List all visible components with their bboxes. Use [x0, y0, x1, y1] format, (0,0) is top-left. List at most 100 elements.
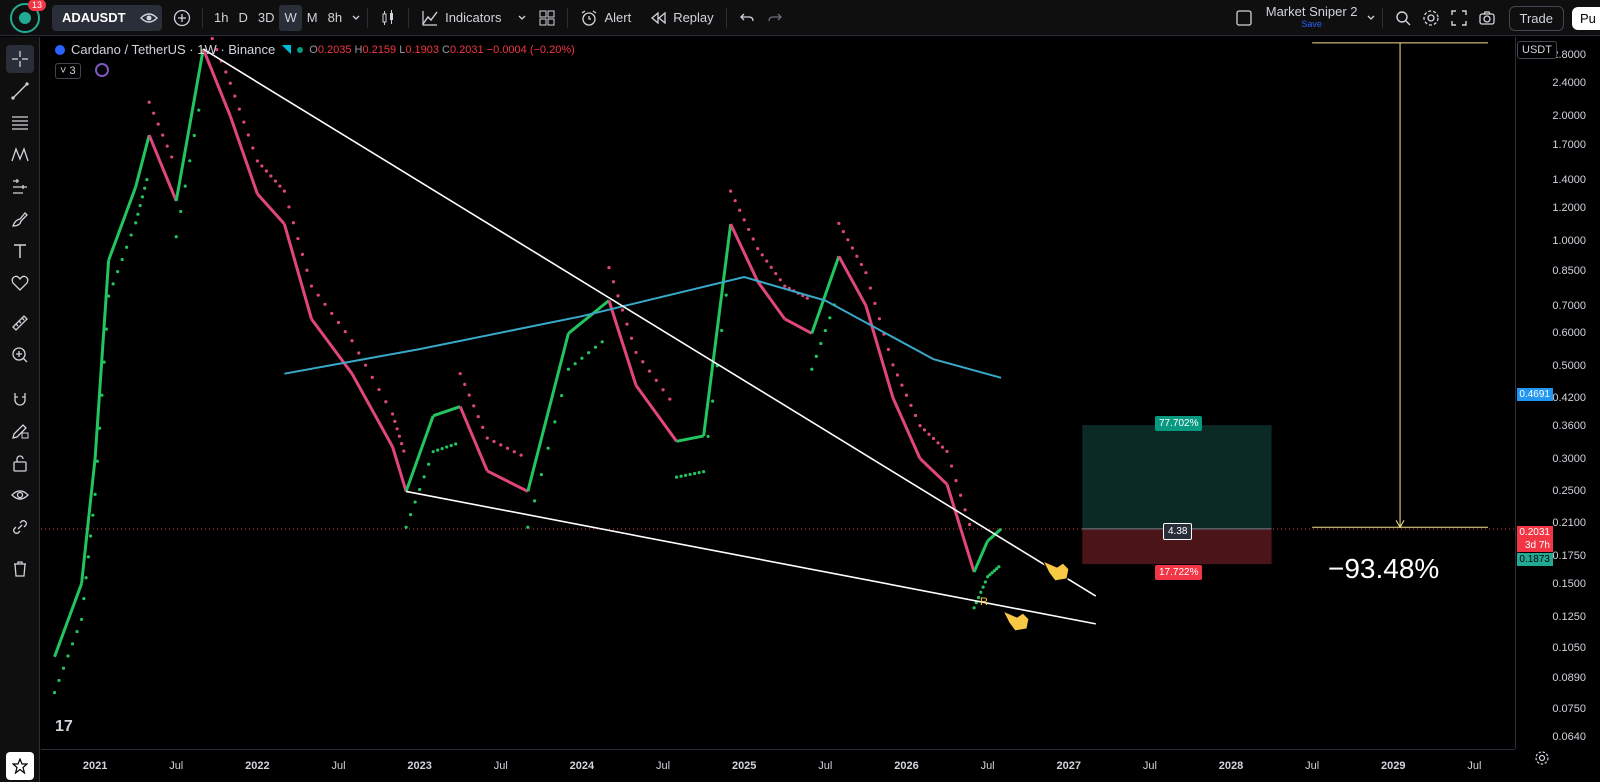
compare-eye-icon[interactable] [139, 10, 158, 26]
risk-reward-label[interactable]: 4.38 [1163, 523, 1193, 540]
user-avatar[interactable]: 13 [10, 0, 46, 33]
quick-search-button[interactable] [1389, 4, 1417, 32]
indicators-toggle[interactable]: ˅ 3 [55, 63, 81, 79]
lock-drawings-tool[interactable] [6, 449, 34, 477]
search-icon [1395, 11, 1411, 26]
trailing-stop-dot [979, 590, 983, 594]
alert-button[interactable]: Alert [574, 9, 637, 27]
trailing-stop-dot [702, 470, 706, 474]
indicators-button[interactable]: Indicators [415, 9, 533, 27]
trade-button[interactable]: Trade [1508, 5, 1564, 31]
time-axis[interactable]: 2021 Jul 2022 Jul 2023 Jul 2024 Jul 2025 Jul 2026 J… [41, 749, 1515, 782]
trailing-stop-dot [485, 436, 489, 440]
snapshot-button[interactable] [1473, 4, 1501, 32]
layout-checkbox[interactable] [1230, 4, 1258, 32]
trailing-stop-dot [823, 329, 827, 333]
flag-icon[interactable] [281, 44, 292, 55]
remove-drawings-tool[interactable] [6, 555, 34, 583]
interval-m[interactable]: M [302, 5, 323, 31]
indicator-status-icon[interactable] [95, 63, 109, 77]
trailing-stop-dot [165, 144, 169, 148]
trailing-stop-dot [111, 282, 115, 286]
wedge-trendlines[interactable] [202, 48, 1097, 625]
layout-name[interactable]: Market Sniper 2 Save [1258, 5, 1366, 30]
trailing-stop-dot [859, 262, 863, 267]
chart-type-button[interactable] [374, 4, 402, 32]
trailing-stop-dot [931, 436, 936, 441]
interval-1h[interactable]: 1h [209, 5, 233, 31]
stop-percent-label[interactable]: 17.722% [1155, 565, 1203, 580]
crosshair-tool[interactable] [6, 45, 34, 73]
trailing-stop-dot [440, 446, 444, 451]
gear-icon [1422, 10, 1439, 26]
settings-button[interactable] [1417, 4, 1445, 32]
currency-selector[interactable]: USDT [1517, 41, 1557, 59]
publish-button[interactable]: Pu [1572, 6, 1600, 30]
trailing-stop-dot [774, 271, 778, 276]
hide-drawings-tool[interactable] [6, 481, 34, 509]
fullscreen-button[interactable] [1445, 4, 1473, 32]
legend-title[interactable]: Cardano / TetherUS · 1W · Binance [71, 42, 275, 57]
trailing-stop-dot [828, 316, 832, 320]
trend-line-tool[interactable] [6, 77, 34, 105]
trailing-stop-dot [481, 425, 485, 429]
chevron-down-icon [518, 15, 526, 20]
add-symbol-button[interactable] [168, 4, 196, 32]
interval-d[interactable]: D [233, 5, 252, 31]
trailing-stop-dot [300, 252, 305, 257]
trailing-stop-dot [152, 111, 156, 115]
long-position-tool[interactable] [1082, 425, 1272, 565]
lock-icon [13, 455, 27, 472]
trailing-stop-dot [805, 296, 809, 300]
interval-3d[interactable]: 3D [253, 5, 280, 31]
trailing-stop-dot [287, 205, 291, 209]
redo-icon [768, 13, 782, 21]
text-tool[interactable] [6, 237, 34, 265]
trailing-stop-dot [587, 351, 591, 355]
trailing-stop-dot [134, 221, 138, 225]
trailing-stop-dot [593, 345, 598, 349]
price-range-measure[interactable] [1312, 42, 1488, 529]
trailing-stop-dot [100, 393, 104, 397]
gear-icon[interactable] [1534, 750, 1550, 766]
trailing-stop-dot [309, 284, 314, 288]
favorites-button[interactable] [6, 752, 34, 780]
trailing-stop-dot [79, 617, 84, 622]
redo-button[interactable] [761, 4, 789, 32]
pattern-tool[interactable] [6, 141, 34, 169]
price-tick: 0.6000 [1552, 327, 1586, 340]
replay-button[interactable]: Replay [643, 9, 719, 27]
chevron-down-icon[interactable] [1366, 13, 1376, 23]
brush-tool[interactable] [6, 205, 34, 233]
trailing-stop-dot [449, 443, 453, 448]
symbol-search[interactable]: ADAUSDT [52, 4, 162, 31]
tradingview-logo[interactable]: 17 [55, 718, 73, 736]
stay-drawing-tool[interactable] [6, 417, 34, 445]
zoom-tool[interactable] [6, 341, 34, 369]
trailing-stop-dot [242, 120, 246, 124]
time-tick: Jul [493, 760, 508, 772]
price-segment [918, 457, 949, 486]
interval-w[interactable]: W [279, 4, 302, 31]
replay-label: Replay [673, 10, 714, 25]
fib-tool[interactable] [6, 109, 34, 137]
magnet-icon [14, 393, 26, 406]
price-chart[interactable] [41, 37, 1515, 749]
target-percent-label[interactable]: 77.702% [1155, 416, 1203, 431]
price-segment [147, 134, 178, 202]
chevron-down-icon[interactable] [351, 13, 361, 23]
price-tick: 0.8500 [1552, 264, 1586, 277]
measure-tool[interactable] [6, 309, 34, 337]
trailing-stop-dot [909, 403, 913, 407]
trailing-stop-dot [224, 70, 228, 74]
undo-button[interactable] [733, 4, 761, 32]
link-tool[interactable] [6, 513, 34, 541]
magnet-tool[interactable] [6, 385, 34, 413]
templates-button[interactable] [533, 4, 561, 32]
icon-tool[interactable] [6, 269, 34, 297]
forecast-tool[interactable] [6, 173, 34, 201]
trailing-stop-dot [706, 434, 710, 439]
trailing-stop-dot [841, 229, 845, 234]
time-tick: Jul [1305, 760, 1320, 772]
interval-8h[interactable]: 8h [323, 5, 347, 31]
